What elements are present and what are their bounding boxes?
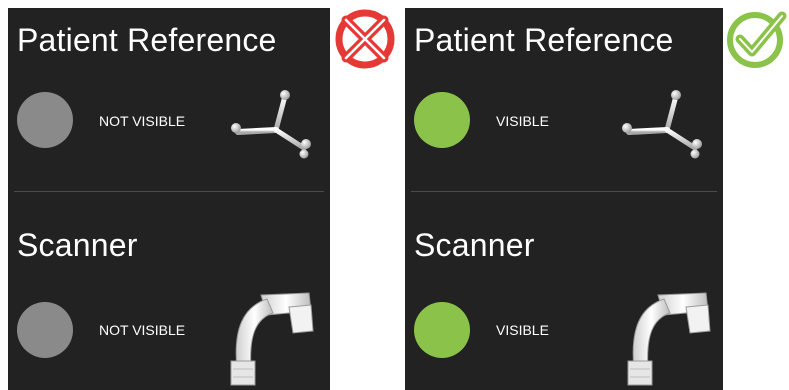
section-divider [411,191,717,192]
section-divider [14,191,324,192]
status-indicator [17,92,73,148]
scanner-icon [627,292,711,386]
status-indicator [414,302,470,358]
section-title: Scanner [17,227,138,263]
scanner-icon [230,292,314,386]
status-label: VISIBLE [496,113,549,129]
panel-visible: Patient Reference VISIBLE Scanner VISIBL… [405,8,723,390]
status-label: NOT VISIBLE [99,113,186,129]
status-label: NOT VISIBLE [99,322,186,338]
red-x-circle-icon [335,9,395,69]
patient-reference-section: Patient Reference NOT VISIBLE [8,8,330,193]
panel-not-visible: Patient Reference NOT VISIBLE Scanner NO… [8,8,330,390]
status-label: VISIBLE [496,322,549,338]
green-check-circle-icon [727,11,787,68]
status-indicator [414,92,470,148]
scanner-section: Scanner VISIBLE [405,193,723,390]
section-title: Scanner [414,227,535,263]
patient-reference-icon [231,90,311,159]
section-title: Patient Reference [17,22,277,58]
patient-reference-section: Patient Reference VISIBLE [405,8,723,193]
section-title: Patient Reference [414,22,674,58]
scanner-section: Scanner NOT VISIBLE [8,193,330,390]
status-indicator [17,302,73,358]
patient-reference-icon [622,90,702,159]
